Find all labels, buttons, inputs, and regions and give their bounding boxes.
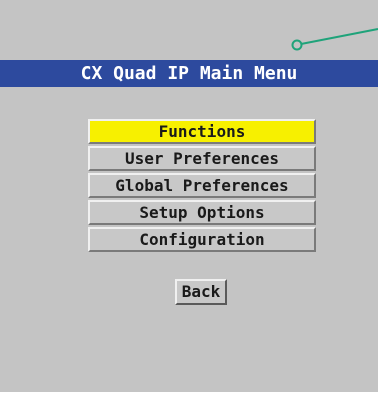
callout-anchor-circle — [291, 39, 303, 51]
menu-item-user-preferences[interactable]: User Preferences — [88, 146, 316, 171]
menu-item-configuration[interactable]: Configuration — [88, 227, 316, 252]
back-button[interactable]: Back — [175, 279, 227, 305]
callout-line — [300, 28, 378, 45]
title-bar: CX Quad IP Main Menu — [0, 60, 378, 87]
menu-item-global-preferences[interactable]: Global Preferences — [88, 173, 316, 198]
menu-item-functions[interactable]: Functions — [88, 119, 316, 144]
main-menu: Functions User Preferences Global Prefer… — [88, 119, 316, 254]
menu-title: CX Quad IP Main Menu — [80, 63, 298, 84]
osd-panel: CX Quad IP Main Menu Functions User Pref… — [0, 0, 378, 392]
menu-item-setup-options[interactable]: Setup Options — [88, 200, 316, 225]
callout-pointer — [291, 28, 378, 51]
